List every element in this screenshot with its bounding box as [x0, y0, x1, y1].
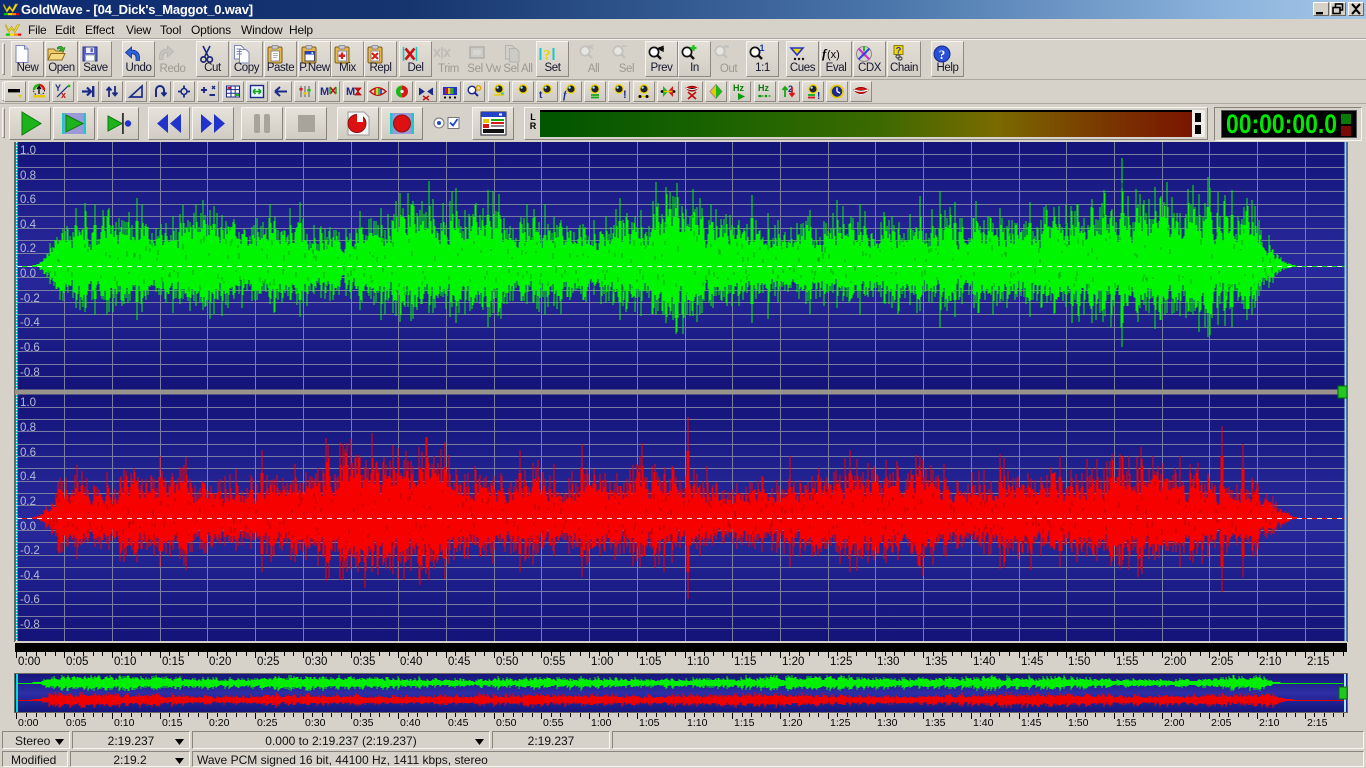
- svg-text:1:50: 1:50: [1068, 717, 1089, 729]
- svg-text:1.0: 1.0: [20, 397, 36, 409]
- svg-text:0:35: 0:35: [353, 717, 374, 729]
- svg-text:0:30: 0:30: [305, 717, 326, 729]
- svg-text:M: M: [346, 86, 355, 98]
- svg-text:0:55: 0:55: [543, 717, 564, 729]
- svg-text:0:45: 0:45: [448, 717, 469, 729]
- svg-text:Hz: Hz: [733, 83, 744, 93]
- svg-text:-0.2: -0.2: [20, 545, 40, 557]
- svg-text:1:55: 1:55: [1116, 656, 1138, 668]
- svg-text:1:10: 1:10: [687, 717, 708, 729]
- svg-text:1:50: 1:50: [1068, 656, 1090, 668]
- svg-text:0:15: 0:15: [162, 717, 183, 729]
- svg-text:1: 1: [759, 44, 764, 53]
- svg-text:-0.2: -0.2: [20, 293, 40, 305]
- svg-text:0:05: 0:05: [66, 717, 87, 729]
- svg-text:-0.6: -0.6: [20, 594, 40, 606]
- svg-text:-0.4: -0.4: [20, 570, 40, 582]
- svg-text:1:10: 1:10: [687, 656, 709, 668]
- svg-text:1:40: 1:40: [973, 656, 995, 668]
- svg-text:1.0: 1.0: [20, 145, 36, 157]
- svg-text:1:30: 1:30: [877, 656, 899, 668]
- svg-text:0.2: 0.2: [20, 496, 36, 508]
- svg-text:-0.8: -0.8: [20, 619, 40, 631]
- svg-text:0.4: 0.4: [20, 471, 37, 483]
- svg-text:1:00: 1:00: [591, 717, 612, 729]
- svg-text:1:25: 1:25: [830, 656, 852, 668]
- svg-text:0:00: 0:00: [18, 717, 39, 729]
- svg-text:0.8: 0.8: [20, 170, 36, 182]
- svg-text:-0.8: -0.8: [20, 367, 40, 379]
- svg-text:1:35: 1:35: [925, 717, 946, 729]
- svg-text:0:25: 0:25: [257, 717, 278, 729]
- svg-text:0:40: 0:40: [400, 656, 422, 668]
- svg-text:1:45: 1:45: [1021, 656, 1043, 668]
- svg-text:0.0: 0.0: [20, 521, 36, 533]
- svg-text:0:10: 0:10: [114, 656, 136, 668]
- svg-text:0:30: 0:30: [305, 656, 327, 668]
- svg-text:1:15: 1:15: [734, 656, 756, 668]
- svg-text:0:20: 0:20: [209, 717, 230, 729]
- svg-text:1:20: 1:20: [782, 656, 804, 668]
- svg-text:1:55: 1:55: [1116, 717, 1137, 729]
- svg-text:-0.6: -0.6: [20, 342, 40, 354]
- svg-text:1:15: 1:15: [734, 717, 755, 729]
- svg-text:0.8: 0.8: [20, 422, 36, 434]
- svg-text:2:15: 2:15: [1307, 717, 1328, 729]
- svg-text:0:55: 0:55: [543, 656, 565, 668]
- svg-text:0:35: 0:35: [353, 656, 375, 668]
- svg-text:0:10: 0:10: [114, 717, 135, 729]
- svg-text:!: !: [817, 91, 820, 101]
- svg-text:2:05: 2:05: [1211, 717, 1232, 729]
- svg-text:1:25: 1:25: [830, 717, 851, 729]
- svg-text:1:35: 1:35: [925, 656, 947, 668]
- svg-text:2:00: 2:00: [1164, 717, 1185, 729]
- svg-text:0:45: 0:45: [448, 656, 470, 668]
- svg-text:0:50: 0:50: [496, 717, 517, 729]
- svg-text:2:15: 2:15: [1307, 656, 1329, 668]
- svg-text:t: t: [539, 90, 543, 101]
- svg-text:1:30: 1:30: [877, 717, 898, 729]
- svg-text:1:00: 1:00: [591, 656, 613, 668]
- svg-text:!: !: [623, 89, 627, 101]
- svg-text:?: ?: [939, 47, 946, 62]
- svg-text:0:50: 0:50: [496, 656, 518, 668]
- svg-text:0.6: 0.6: [20, 447, 36, 459]
- svg-text:0:05: 0:05: [66, 656, 88, 668]
- svg-text:0:20: 0:20: [209, 656, 231, 668]
- svg-text:0:40: 0:40: [400, 717, 421, 729]
- svg-text:2:05: 2:05: [1211, 656, 1233, 668]
- svg-text:0:15: 0:15: [162, 656, 184, 668]
- svg-text:1:20: 1:20: [782, 717, 803, 729]
- svg-text:0.4: 0.4: [20, 219, 37, 231]
- svg-text:M: M: [320, 86, 329, 98]
- svg-text:(x): (x): [827, 49, 840, 61]
- svg-text:0.0: 0.0: [20, 268, 36, 280]
- svg-text:0:25: 0:25: [257, 656, 279, 668]
- svg-text:2:10: 2:10: [1259, 656, 1281, 668]
- svg-text:Hz: Hz: [758, 83, 769, 93]
- svg-text:2:10: 2:10: [1259, 717, 1280, 729]
- svg-text:0.6: 0.6: [20, 194, 36, 206]
- svg-text:1:05: 1:05: [639, 717, 660, 729]
- svg-text:-0.4: -0.4: [20, 317, 40, 329]
- svg-text:2:00: 2:00: [1164, 656, 1186, 668]
- svg-text:1:40: 1:40: [973, 717, 994, 729]
- svg-text:0.2: 0.2: [20, 243, 36, 255]
- svg-text:0:00: 0:00: [18, 656, 40, 668]
- svg-text:1:45: 1:45: [1021, 717, 1042, 729]
- svg-text:1:05: 1:05: [639, 656, 661, 668]
